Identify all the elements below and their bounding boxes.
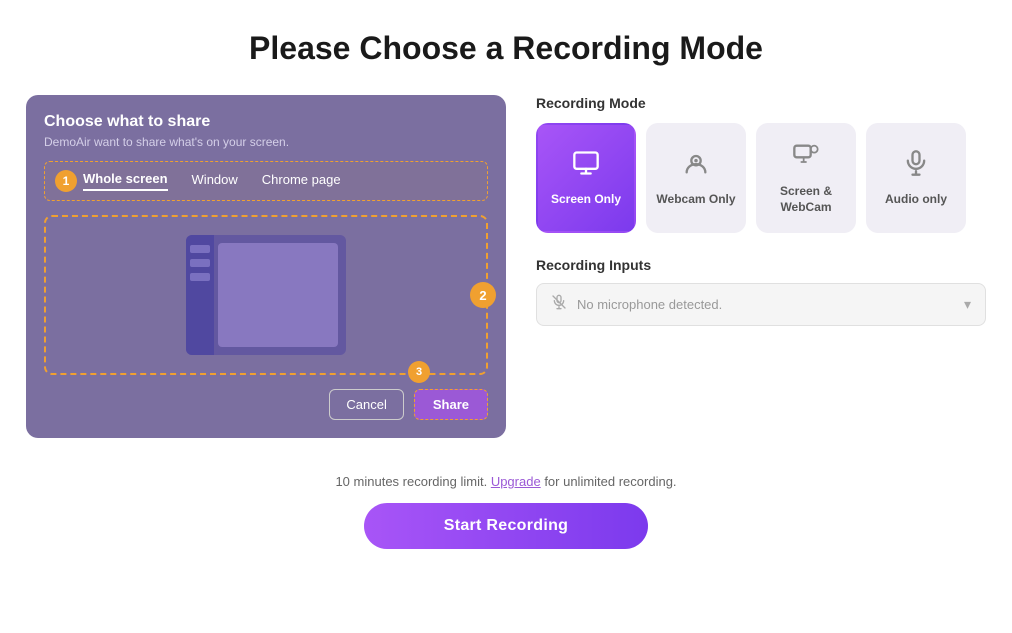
screen-webcam-icon — [792, 141, 820, 176]
mode-card-screen-only[interactable]: Screen Only — [536, 123, 636, 233]
screen-mockup — [186, 235, 346, 355]
microphone-icon — [902, 149, 930, 184]
mode-card-audio-only[interactable]: Audio only — [866, 123, 966, 233]
sidebar-line — [190, 259, 210, 267]
recording-modes: Screen Only Webcam Only — [536, 123, 986, 233]
page-title: Please Choose a Recording Mode — [249, 30, 763, 67]
limit-text: 10 minutes recording limit. Upgrade for … — [20, 474, 992, 489]
step1-badge: 1 — [55, 170, 77, 192]
mic-left: No microphone detected. — [551, 294, 722, 315]
tabs-row: 1 Whole screen Window Chrome page — [44, 161, 488, 201]
mode-label-screen-only: Screen Only — [551, 192, 621, 208]
right-panel: Recording Mode Screen Only — [536, 95, 986, 326]
screen-share-panel: Choose what to share DemoAir want to sha… — [26, 95, 506, 438]
mockup-main — [218, 243, 338, 347]
mode-label-screen-webcam: Screen & WebCam — [758, 184, 854, 215]
cancel-button[interactable]: Cancel — [329, 389, 403, 420]
start-recording-button[interactable]: Start Recording — [364, 503, 649, 549]
sidebar-line — [190, 245, 210, 253]
mockup-sidebar — [186, 235, 214, 355]
sidebar-line — [190, 273, 210, 281]
recording-inputs-label: Recording Inputs — [536, 257, 986, 273]
step2-badge: 2 — [470, 282, 496, 308]
share-button[interactable]: Share — [414, 389, 488, 420]
webcam-icon — [682, 149, 710, 184]
mode-label-audio-only: Audio only — [885, 192, 947, 208]
recording-mode-label: Recording Mode — [536, 95, 986, 111]
tab-window[interactable]: Window — [192, 172, 238, 190]
tab-whole-screen[interactable]: Whole screen — [83, 171, 168, 191]
tab-chrome-page[interactable]: Chrome page — [262, 172, 341, 190]
mode-card-screen-webcam[interactable]: Screen & WebCam — [756, 123, 856, 233]
monitor-icon — [572, 149, 600, 184]
mode-card-webcam-only[interactable]: Webcam Only — [646, 123, 746, 233]
microphone-placeholder-text: No microphone detected. — [577, 297, 722, 312]
screen-preview-area: 2 — [44, 215, 488, 375]
step3-badge: 3 — [408, 361, 430, 383]
mic-slash-icon — [551, 294, 567, 315]
limit-text-suffix: for unlimited recording. — [544, 474, 676, 489]
panel-subtitle: DemoAir want to share what's on your scr… — [44, 135, 488, 149]
panel-title: Choose what to share — [44, 113, 488, 131]
microphone-dropdown[interactable]: No microphone detected. ▾ — [536, 283, 986, 326]
mode-label-webcam-only: Webcam Only — [656, 192, 735, 208]
panel-footer: 3 Cancel Share — [44, 389, 488, 420]
upgrade-link[interactable]: Upgrade — [491, 474, 541, 489]
chevron-down-icon: ▾ — [964, 296, 971, 313]
limit-text-prefix: 10 minutes recording limit. — [335, 474, 487, 489]
bottom-section: 10 minutes recording limit. Upgrade for … — [20, 474, 992, 549]
recording-inputs-section: Recording Inputs No microphone detected.… — [536, 257, 986, 326]
main-content: Choose what to share DemoAir want to sha… — [26, 95, 986, 438]
